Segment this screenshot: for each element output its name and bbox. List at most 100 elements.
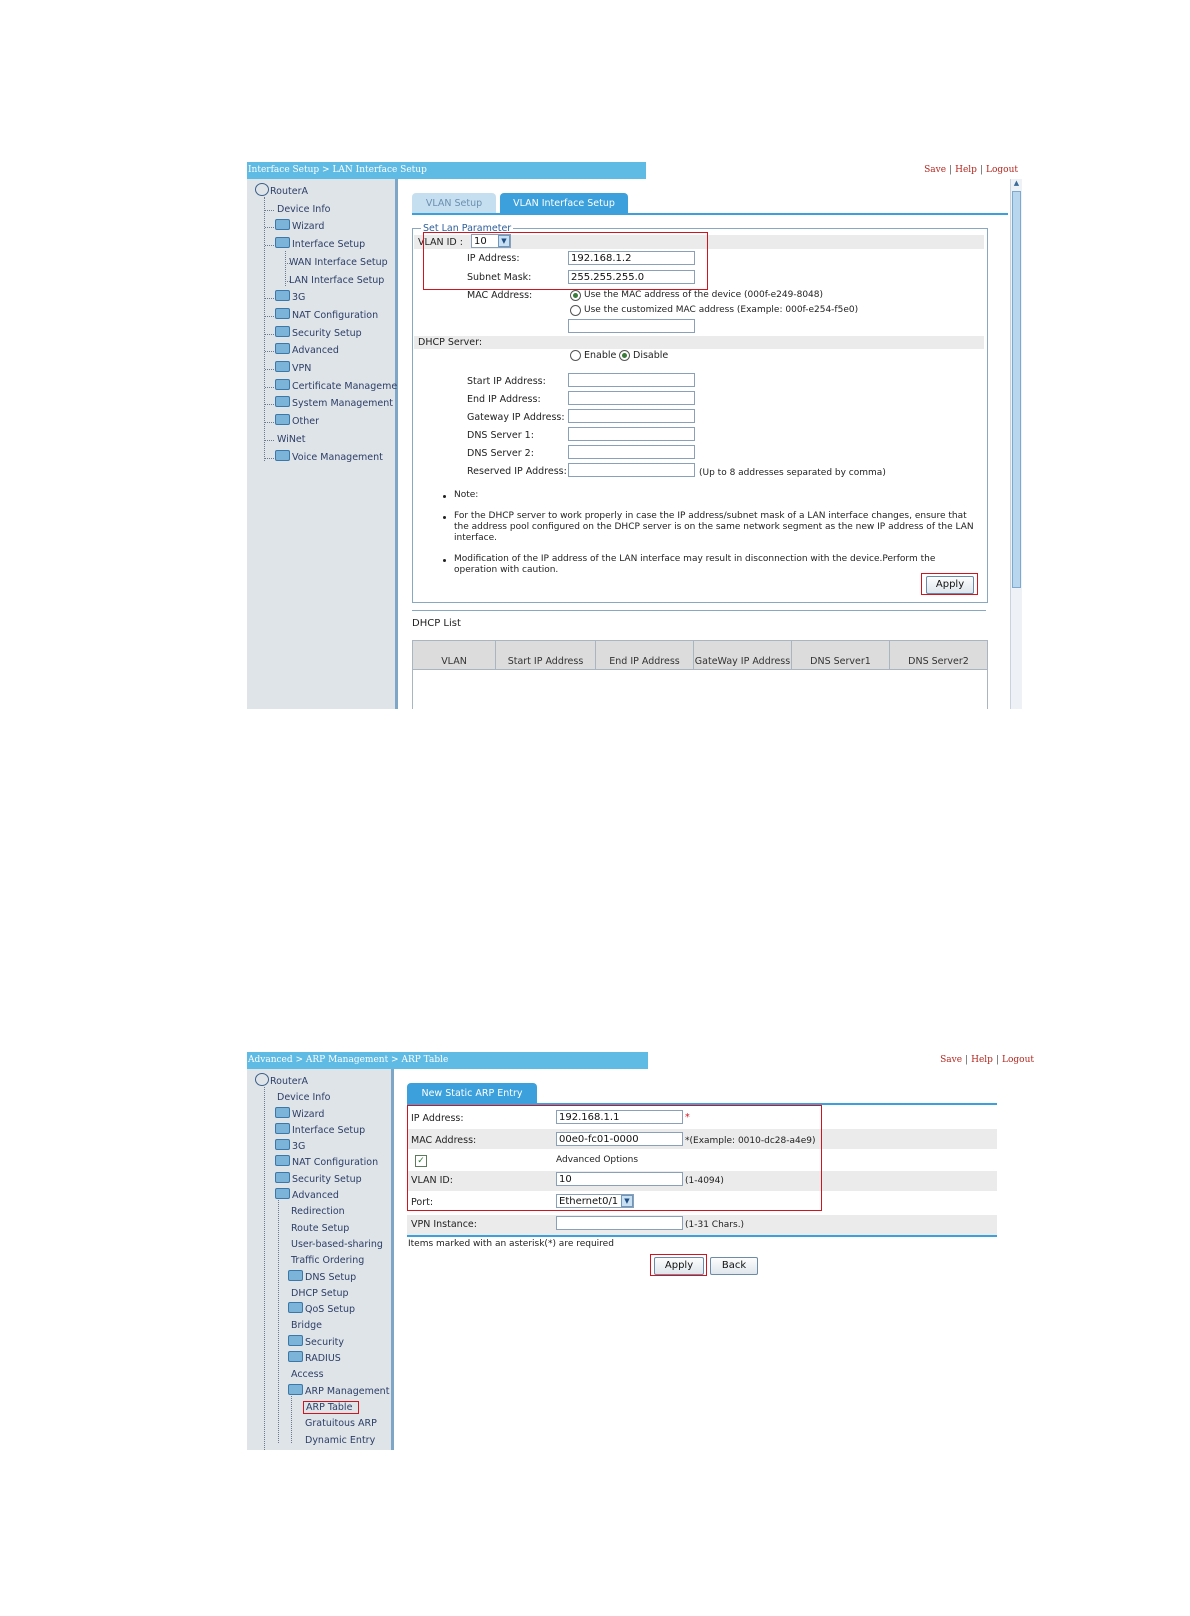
- tree-item-arp-table[interactable]: ARP Table: [255, 1400, 389, 1416]
- tree-item-nat-configuration[interactable]: NAT Configuration: [255, 307, 401, 325]
- top-links: Save | Help | Logout: [924, 165, 1018, 175]
- tree-item-3g[interactable]: 3G: [255, 1139, 389, 1155]
- logout-link[interactable]: Logout: [986, 165, 1018, 175]
- save-link[interactable]: Save: [924, 165, 946, 175]
- tab-vlan-setup[interactable]: VLAN Setup: [412, 193, 496, 213]
- scrollbar-thumb[interactable]: [1012, 191, 1021, 588]
- tree-item-access[interactable]: Access: [255, 1367, 389, 1383]
- tree-item-radius[interactable]: RADIUS: [255, 1351, 389, 1367]
- tree-item-3g[interactable]: 3G: [255, 289, 401, 307]
- tree-item-qos-setup[interactable]: QoS Setup: [255, 1302, 389, 1318]
- folder-icon: [288, 1269, 303, 1281]
- col-end-ip: End IP Address: [596, 641, 694, 669]
- mac-device-radio[interactable]: [570, 290, 581, 301]
- dhcp-disable-label: Disable: [633, 350, 669, 361]
- folder-icon: [275, 449, 290, 461]
- arp-table-screenshot: Advanced > ARP Management > ARP Table Sa…: [247, 1052, 1038, 1450]
- content-area: VLAN Setup VLAN Interface Setup Set Lan …: [398, 179, 1022, 709]
- note-dhcp: For the DHCP server to work properly in …: [454, 511, 974, 543]
- tab-vlan-interface-setup[interactable]: VLAN Interface Setup: [500, 193, 628, 213]
- folder-open-icon: [288, 1383, 303, 1395]
- note-ip-change: Modification of the IP address of the LA…: [454, 554, 936, 575]
- folder-icon: [275, 1155, 290, 1167]
- tree-item-user-based-sharing[interactable]: User-based-sharing: [255, 1237, 389, 1253]
- mac-address-label: MAC Address:: [467, 290, 533, 301]
- save-link[interactable]: Save: [940, 1055, 962, 1065]
- divider: [412, 610, 986, 611]
- tree-item-interface-setup[interactable]: Interface Setup: [255, 236, 401, 254]
- dhcp-enable-label: Enable: [584, 350, 617, 361]
- tree-item-advanced[interactable]: Advanced: [255, 1188, 389, 1204]
- tree-item-nat-configuration[interactable]: NAT Configuration: [255, 1155, 389, 1171]
- tree-item-lan-interface-setup[interactable]: LAN Interface Setup: [255, 272, 401, 290]
- note-title: Note:: [454, 490, 479, 500]
- tree-root[interactable]: RouterA: [255, 183, 401, 201]
- tree-item-device-info[interactable]: Device Info: [255, 201, 401, 219]
- scroll-up-icon[interactable]: ▲: [1012, 179, 1021, 189]
- logout-link[interactable]: Logout: [1002, 1055, 1034, 1065]
- gateway-ip-label: Gateway IP Address:: [467, 412, 565, 423]
- help-link[interactable]: Help: [971, 1055, 993, 1065]
- tree-item-wizard[interactable]: Wizard: [255, 1106, 389, 1123]
- tree-item-system-management[interactable]: System Management: [255, 395, 401, 413]
- reserved-ip-input[interactable]: [568, 463, 695, 477]
- dns1-input[interactable]: [568, 427, 695, 441]
- dhcp-list-header: VLAN Start IP Address End IP Address Gat…: [412, 640, 988, 670]
- breadcrumb: Advanced > ARP Management > ARP Table: [247, 1052, 648, 1069]
- tree-item-gratuitous-arp[interactable]: Gratuitous ARP: [255, 1416, 389, 1432]
- dns2-label: DNS Server 2:: [467, 448, 534, 459]
- tree-item-security[interactable]: Security: [255, 1334, 389, 1351]
- breadcrumb: Interface Setup > LAN Interface Setup: [247, 162, 646, 179]
- folder-open-icon: [275, 237, 290, 249]
- tree-item-other[interactable]: Other: [255, 413, 401, 431]
- tree-item-interface-setup[interactable]: Interface Setup: [255, 1122, 389, 1139]
- bullet: [443, 516, 446, 519]
- tree-item-security-setup[interactable]: Security Setup: [255, 325, 401, 343]
- tree-item-dhcp-setup[interactable]: DHCP Setup: [255, 1286, 389, 1302]
- tree-item-arp-management[interactable]: ARP Management: [255, 1383, 389, 1400]
- dhcp-list-body: [412, 669, 988, 709]
- help-link[interactable]: Help: [955, 165, 977, 175]
- tree-item-advanced[interactable]: Advanced: [255, 342, 401, 360]
- vertical-scrollbar[interactable]: ▲: [1010, 179, 1022, 709]
- tree-item-wan-interface-setup[interactable]: WAN Interface Setup: [255, 254, 401, 272]
- top-bar: Advanced > ARP Management > ARP Table Sa…: [247, 1052, 1038, 1069]
- tree-item-redirection[interactable]: Redirection: [255, 1204, 389, 1220]
- folder-icon: [275, 361, 290, 373]
- navigation-tree: RouterA Device Info Wizard Interface Set…: [247, 1069, 394, 1450]
- mac-custom-radio[interactable]: [570, 305, 581, 316]
- folder-icon: [275, 1106, 290, 1118]
- back-button[interactable]: Back: [710, 1257, 758, 1275]
- tree-item-bridge[interactable]: Bridge: [255, 1318, 389, 1334]
- end-ip-input[interactable]: [568, 391, 695, 405]
- tree-item-certificate-management[interactable]: Certificate Managemer: [255, 378, 401, 396]
- folder-icon: [275, 307, 290, 319]
- dhcp-row-band: [414, 336, 984, 349]
- folder-icon: [288, 1351, 303, 1363]
- tree-item-dynamic-entry[interactable]: Dynamic Entry: [255, 1433, 389, 1449]
- tree-root[interactable]: RouterA: [255, 1073, 389, 1090]
- folder-icon: [275, 219, 290, 231]
- vpn-instance-input[interactable]: [556, 1216, 683, 1230]
- start-ip-label: Start IP Address:: [467, 376, 546, 387]
- tree-item-route-setup[interactable]: Route Setup: [255, 1221, 389, 1237]
- folder-icon: [275, 1171, 290, 1183]
- tab-new-static-arp-entry[interactable]: New Static ARP Entry: [407, 1083, 537, 1103]
- dns2-input[interactable]: [568, 445, 695, 459]
- tree-item-security-setup[interactable]: Security Setup: [255, 1171, 389, 1188]
- dhcp-disable-radio[interactable]: [619, 350, 630, 361]
- tree-item-device-info[interactable]: Device Info: [255, 1090, 389, 1106]
- tree-item-vpn[interactable]: VPN: [255, 360, 401, 378]
- reserved-ip-label: Reserved IP Address:: [467, 466, 567, 477]
- tree-item-dns-setup[interactable]: DNS Setup: [255, 1269, 389, 1286]
- tree-item-wizard[interactable]: Wizard: [255, 218, 401, 236]
- tree-item-traffic-ordering[interactable]: Traffic Ordering: [255, 1253, 389, 1269]
- tree-item-voice-management[interactable]: Voice Management: [255, 449, 401, 467]
- start-ip-input[interactable]: [568, 373, 695, 387]
- dhcp-server-label: DHCP Server:: [418, 337, 483, 348]
- gateway-ip-input[interactable]: [568, 409, 695, 423]
- folder-icon: [275, 396, 290, 408]
- tree-item-winet[interactable]: WiNet: [255, 431, 401, 449]
- custom-mac-input[interactable]: [568, 319, 695, 333]
- dhcp-enable-radio[interactable]: [570, 350, 581, 361]
